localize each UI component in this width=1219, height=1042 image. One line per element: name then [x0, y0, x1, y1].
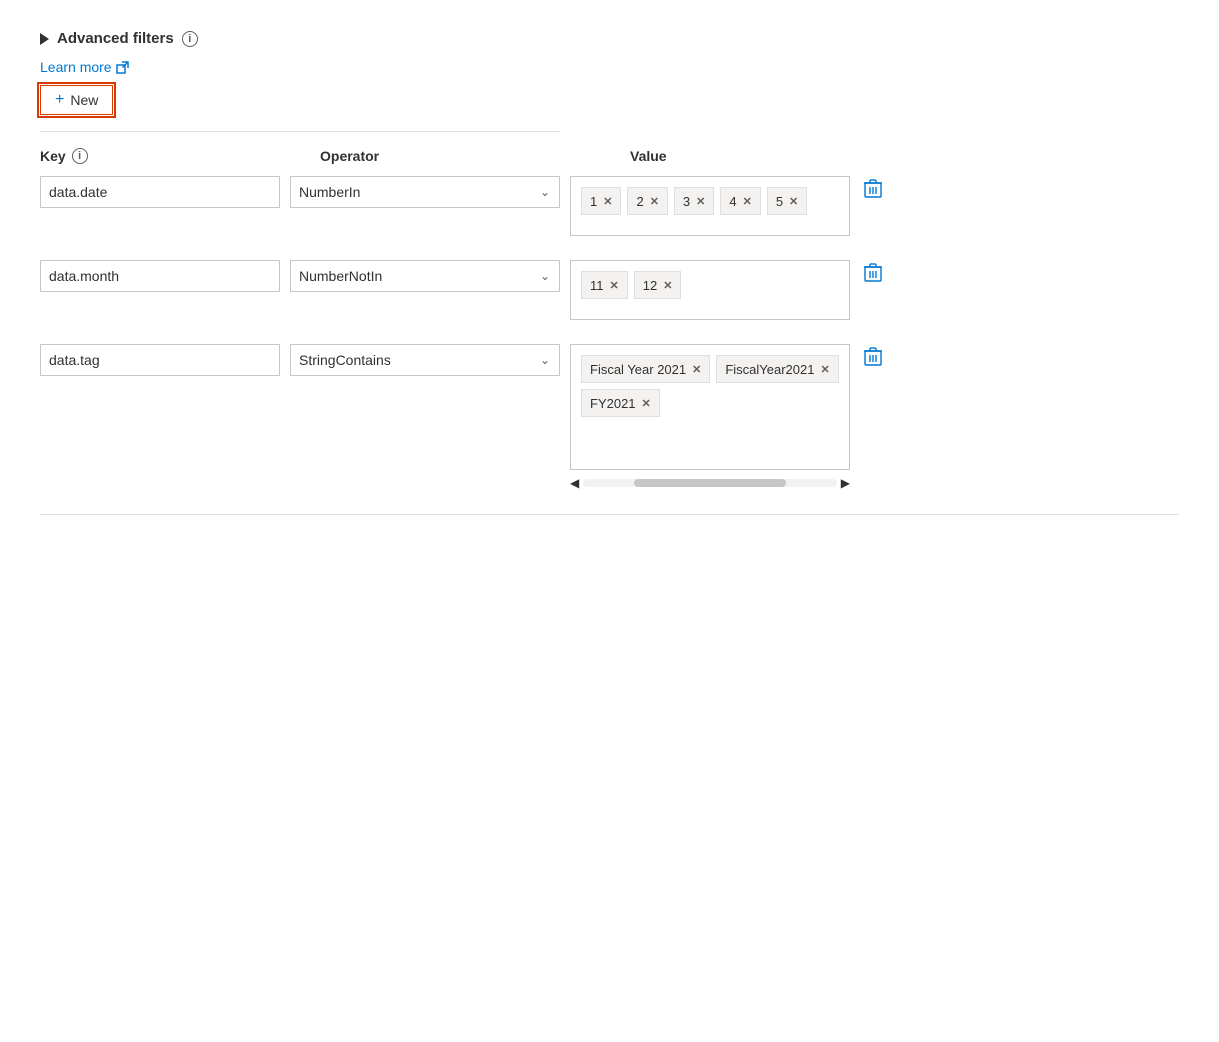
key-info-icon[interactable]: i — [72, 148, 88, 164]
operator-wrapper-1: NumberIn NumberNotIn NumberGreaterThan N… — [290, 176, 560, 208]
trash-icon-1 — [864, 178, 882, 198]
column-headers: Key i Operator Value — [40, 148, 1179, 164]
tag-close-1-5[interactable]: ✕ — [789, 195, 798, 208]
scrollbar-thumb-3 — [634, 479, 786, 487]
tag-close-3-1[interactable]: ✕ — [692, 363, 701, 376]
plus-icon: + — [55, 92, 64, 108]
bottom-divider — [40, 514, 1179, 515]
tag-1-5: 5 ✕ — [767, 187, 807, 215]
operator-select-2[interactable]: NumberIn NumberNotIn NumberGreaterThan N… — [290, 260, 560, 292]
tag-value-3-2: FiscalYear2021 — [725, 362, 814, 377]
trash-icon-3 — [864, 346, 882, 366]
key-column-header: Key — [40, 148, 66, 164]
operator-wrapper-2: NumberIn NumberNotIn NumberGreaterThan N… — [290, 260, 560, 292]
delete-button-3[interactable] — [860, 344, 886, 370]
section-header: Advanced filters i — [40, 30, 1179, 47]
section-title: Advanced filters — [57, 30, 174, 47]
operator-select-3[interactable]: NumberIn NumberNotIn NumberGreaterThan N… — [290, 344, 560, 376]
filter-row-3: NumberIn NumberNotIn NumberGreaterThan N… — [40, 344, 1179, 490]
new-button-label: New — [70, 92, 98, 108]
external-link-icon — [116, 61, 129, 74]
tag-3-3: FY2021 ✕ — [581, 389, 660, 417]
tag-close-3-3[interactable]: ✕ — [642, 397, 651, 410]
key-input-1[interactable] — [40, 176, 280, 208]
tag-3-1: Fiscal Year 2021 ✕ — [581, 355, 710, 383]
delete-button-1[interactable] — [860, 176, 886, 202]
tag-1-2: 2 ✕ — [627, 187, 667, 215]
collapse-icon[interactable] — [40, 33, 49, 45]
tag-2-2: 12 ✕ — [634, 271, 682, 299]
value-box-1: 1 ✕ 2 ✕ 3 ✕ 4 ✕ 5 ✕ — [570, 176, 850, 236]
tag-1-3: 3 ✕ — [674, 187, 714, 215]
tag-value-1-4: 4 — [729, 194, 736, 209]
delete-button-2[interactable] — [860, 260, 886, 286]
value-column-header: Value — [630, 148, 1179, 164]
filter-row-1: NumberIn NumberNotIn NumberGreaterThan N… — [40, 176, 1179, 236]
scrollbar-track-3[interactable] — [583, 479, 837, 487]
key-input-3[interactable] — [40, 344, 280, 376]
tag-close-2-2[interactable]: ✕ — [663, 279, 672, 292]
tag-value-3-3: FY2021 — [590, 396, 636, 411]
tag-close-2-1[interactable]: ✕ — [610, 279, 619, 292]
scroll-left-arrow-3[interactable]: ◀ — [570, 476, 579, 490]
tag-2-1: 11 ✕ — [581, 271, 628, 299]
tag-value-1-5: 5 — [776, 194, 783, 209]
divider — [40, 131, 560, 132]
tag-3-2: FiscalYear2021 ✕ — [716, 355, 838, 383]
tag-close-1-2[interactable]: ✕ — [650, 195, 659, 208]
tag-value-2-2: 12 — [643, 278, 657, 293]
tag-1-1: 1 ✕ — [581, 187, 621, 215]
trash-icon-2 — [864, 262, 882, 282]
new-button[interactable]: + New — [40, 85, 113, 115]
tag-close-1-1[interactable]: ✕ — [603, 195, 612, 208]
tag-close-1-3[interactable]: ✕ — [696, 195, 705, 208]
info-icon[interactable]: i — [182, 31, 198, 47]
learn-more-label: Learn more — [40, 59, 112, 75]
tag-close-3-2[interactable]: ✕ — [820, 363, 829, 376]
operator-wrapper-3: NumberIn NumberNotIn NumberGreaterThan N… — [290, 344, 560, 376]
tag-close-1-4[interactable]: ✕ — [743, 195, 752, 208]
tag-1-4: 4 ✕ — [720, 187, 760, 215]
tag-value-1-3: 3 — [683, 194, 690, 209]
tag-value-1-2: 2 — [636, 194, 643, 209]
tag-value-1-1: 1 — [590, 194, 597, 209]
scroll-right-arrow-3[interactable]: ▶ — [841, 476, 850, 490]
scrollbar-row-3: ◀ ▶ — [570, 476, 850, 490]
tag-value-3-1: Fiscal Year 2021 — [590, 362, 686, 377]
operator-select-1[interactable]: NumberIn NumberNotIn NumberGreaterThan N… — [290, 176, 560, 208]
filter-row-2: NumberIn NumberNotIn NumberGreaterThan N… — [40, 260, 1179, 320]
operator-column-header: Operator — [320, 148, 630, 164]
tag-value-2-1: 11 — [590, 278, 604, 293]
learn-more-link[interactable]: Learn more — [40, 59, 129, 75]
value-box-2: 11 ✕ 12 ✕ — [570, 260, 850, 320]
key-input-2[interactable] — [40, 260, 280, 292]
value-box-3: Fiscal Year 2021 ✕ FiscalYear2021 ✕ FY20… — [570, 344, 850, 470]
value-area-3: Fiscal Year 2021 ✕ FiscalYear2021 ✕ FY20… — [570, 344, 850, 490]
